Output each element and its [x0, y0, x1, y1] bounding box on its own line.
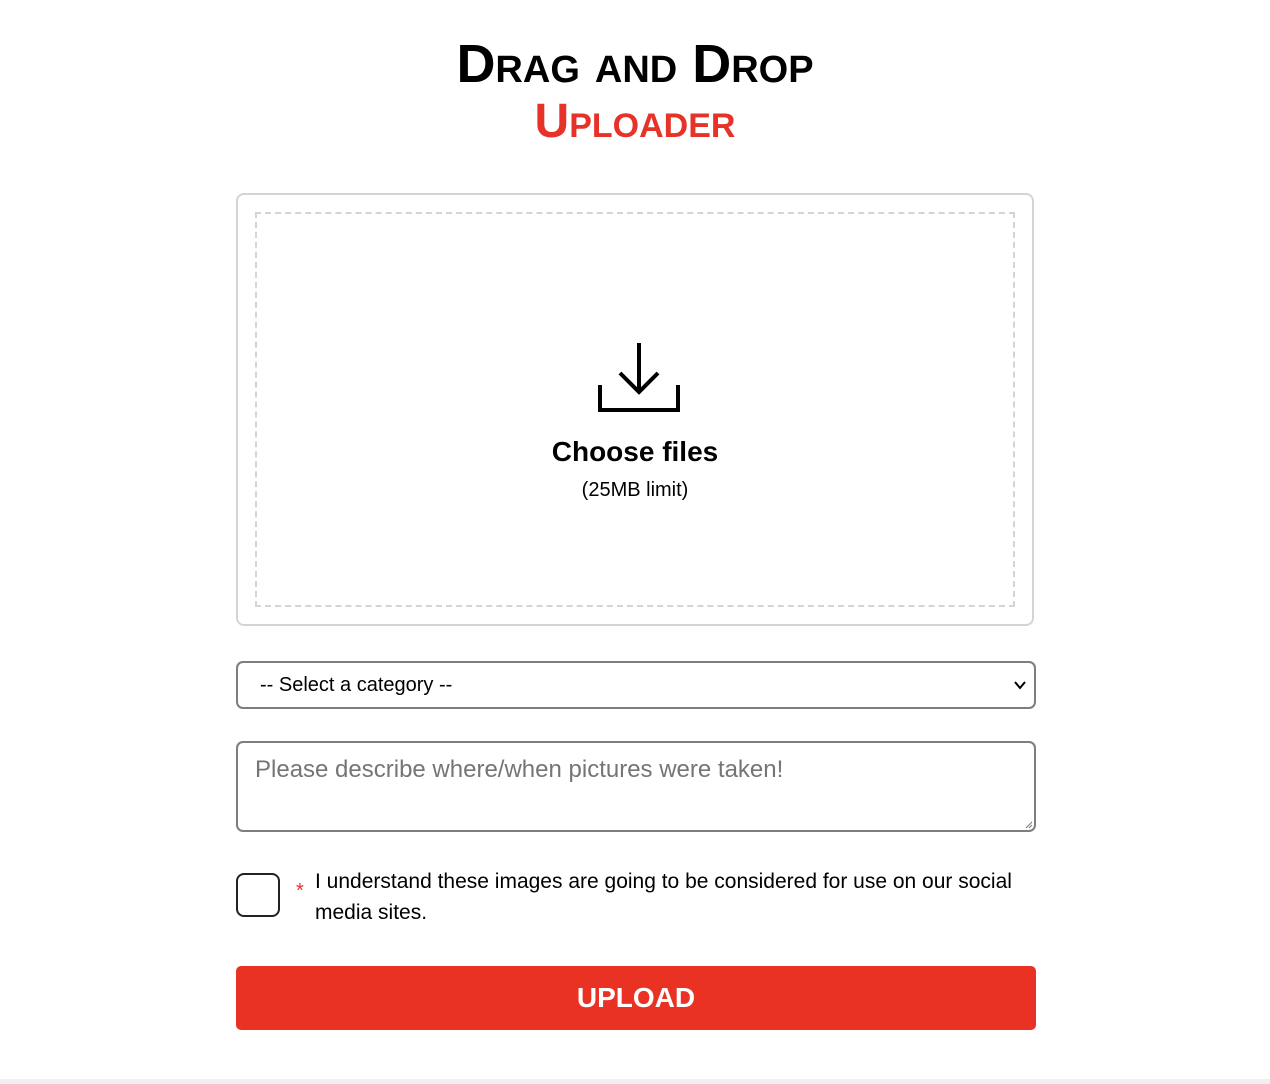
download-icon [598, 343, 680, 412]
category-select[interactable]: -- Select a category -- [236, 661, 1036, 709]
category-select-value: -- Select a category -- [260, 674, 453, 696]
title-line-1: Drag and Drop [456, 34, 814, 94]
consent-label: I understand these images are going to b… [315, 870, 1012, 924]
required-asterisk: * [296, 880, 304, 902]
choose-files-label: Choose files [551, 436, 719, 467]
chevron-down-icon [1014, 681, 1026, 690]
resize-grip-icon[interactable] [1025, 821, 1033, 829]
file-size-limit: (25MB limit) [581, 479, 689, 501]
upload-button[interactable]: UPLOAD [236, 966, 1036, 1030]
description-placeholder: Please describe where/when pictures were… [255, 756, 784, 783]
bottom-divider [0, 1079, 1270, 1084]
title-line-2: Uploader [534, 95, 736, 148]
page: Drag and Drop Uploader Choose files (25M… [0, 0, 1270, 1084]
page-title: Drag and Drop Uploader [0, 36, 1270, 150]
description-textarea[interactable]: Please describe where/when pictures were… [236, 741, 1036, 832]
dropzone-frame: Choose files (25MB limit) [236, 193, 1034, 626]
consent-checkbox[interactable] [236, 873, 280, 917]
file-dropzone[interactable]: Choose files (25MB limit) [255, 212, 1015, 607]
